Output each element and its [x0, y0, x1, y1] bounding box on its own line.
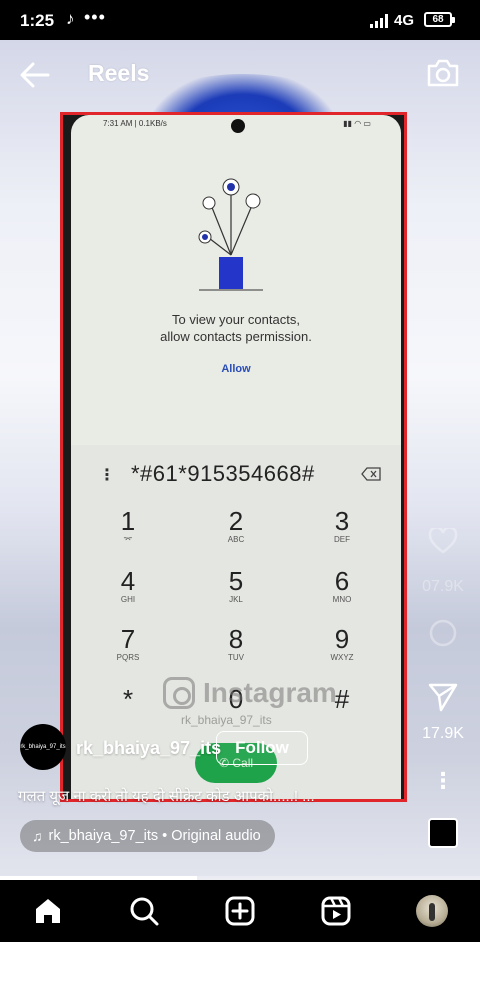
- phone-status-icons: ▮▮ ◠ ▭: [343, 119, 371, 128]
- audio-pill[interactable]: ♫ rk_bhaiya_97_its • Original audio: [20, 820, 275, 852]
- create-icon[interactable]: [224, 895, 256, 927]
- shares-count: 17.9K: [422, 725, 464, 742]
- battery-icon: 68: [424, 12, 455, 27]
- more-notifications-icon: •••: [84, 7, 106, 27]
- backspace-icon: [361, 467, 381, 481]
- watermark-handle: rk_bhaiya_97_its: [181, 713, 272, 727]
- dial-key-number: 4: [120, 566, 136, 596]
- dial-key-number: *: [122, 684, 134, 714]
- follow-button[interactable]: Follow: [216, 731, 308, 765]
- dial-key-number: 7: [120, 624, 136, 654]
- reels-icon[interactable]: [320, 895, 352, 927]
- dial-key-6: 6 MNO: [297, 567, 387, 623]
- more-options-icon[interactable]: ⋮: [420, 768, 466, 794]
- like-button[interactable]: [420, 526, 466, 559]
- vase-illustration-icon: [198, 178, 263, 291]
- search-icon[interactable]: [128, 895, 160, 927]
- heart-icon: [428, 526, 458, 554]
- dial-key-4: 4 GHI: [83, 567, 173, 623]
- signal-icon: [370, 14, 388, 28]
- audio-thumbnail[interactable]: [428, 818, 458, 848]
- dial-key-number: 9: [334, 624, 350, 654]
- dial-key-number: 1: [120, 506, 136, 536]
- dial-key-9: 9 WXYZ: [297, 625, 387, 681]
- dial-key-number: 8: [228, 624, 244, 654]
- dialed-number: *#61*915354668#: [131, 461, 315, 486]
- home-icon[interactable]: [32, 895, 64, 927]
- dial-key-3: 3 DEF: [297, 507, 387, 563]
- battery-level: 68: [432, 14, 444, 25]
- back-arrow-icon[interactable]: [20, 62, 50, 88]
- bottom-navigation: [0, 880, 480, 942]
- allow-button: Allow: [221, 363, 251, 375]
- video-content-frame: 7:31 AM | 0.1KB/s ▮▮ ◠ ▭ To view your co…: [60, 112, 407, 802]
- watermark-text: Instagram: [203, 677, 337, 708]
- dial-key-letters: ABC: [227, 535, 245, 544]
- phone-screen: 7:31 AM | 0.1KB/s ▮▮ ◠ ▭ To view your co…: [71, 115, 401, 799]
- camera-icon[interactable]: [426, 58, 460, 88]
- dial-key-letters: JKL: [229, 595, 243, 604]
- status-bar: 1:25 ♪ ••• 4G 68: [0, 0, 480, 40]
- dial-key-letters: TUV: [228, 653, 244, 662]
- music-note-icon: ♪: [66, 9, 75, 28]
- dial-key-letters: MNO: [332, 595, 352, 604]
- reel-caption[interactable]: गलत यूज ना करो तो यह दो सीक्रेट कोड आपको…: [18, 786, 315, 806]
- music-note-icon: ♫: [32, 828, 43, 844]
- profile-avatar[interactable]: [416, 895, 448, 927]
- dial-key-letters: PQRS: [116, 653, 140, 662]
- share-button[interactable]: [420, 682, 466, 717]
- status-time: 1:25: [20, 11, 55, 30]
- dial-key-letters: ⌤: [123, 535, 133, 544]
- send-icon: [428, 683, 458, 712]
- dial-key-number: 6: [334, 566, 350, 596]
- dial-key-7: 7 PQRS: [83, 625, 173, 681]
- creator-avatar[interactable]: rk_bhaiya_97_its: [20, 724, 66, 770]
- network-type: 4G: [394, 12, 415, 29]
- permission-line-2: allow contacts permission.: [160, 329, 312, 344]
- creator-username[interactable]: rk_bhaiya_97_its: [76, 738, 221, 759]
- comment-icon: [429, 619, 457, 647]
- page-title: Reels: [88, 60, 150, 86]
- dial-key-letters: DEF: [334, 535, 350, 544]
- dial-key-5: 5 JKL: [191, 567, 281, 623]
- dial-key-2: 2 ABC: [191, 507, 281, 563]
- dial-key-number: 2: [228, 506, 244, 536]
- instagram-logo-icon: [163, 677, 195, 709]
- dial-key-1: 1 ⌤: [83, 507, 173, 563]
- dial-key-number: 3: [334, 506, 350, 536]
- dial-key-number: 5: [228, 566, 244, 596]
- permission-message: To view your contacts, allow contacts pe…: [71, 311, 401, 345]
- comment-button[interactable]: [420, 618, 466, 653]
- phone-status-text: 7:31 AM | 0.1KB/s: [103, 119, 167, 128]
- dial-key-letters: GHI: [120, 595, 136, 604]
- permission-line-1: To view your contacts,: [172, 312, 300, 327]
- likes-count: 07.9K: [422, 578, 464, 595]
- dial-key-star: *: [83, 685, 173, 741]
- camera-punch-hole: [231, 119, 245, 133]
- dial-key-letters: WXYZ: [330, 653, 354, 662]
- dialer-menu-icon: ⋮: [99, 467, 115, 484]
- audio-label: rk_bhaiya_97_its • Original audio: [48, 828, 261, 844]
- dial-key-8: 8 TUV: [191, 625, 281, 681]
